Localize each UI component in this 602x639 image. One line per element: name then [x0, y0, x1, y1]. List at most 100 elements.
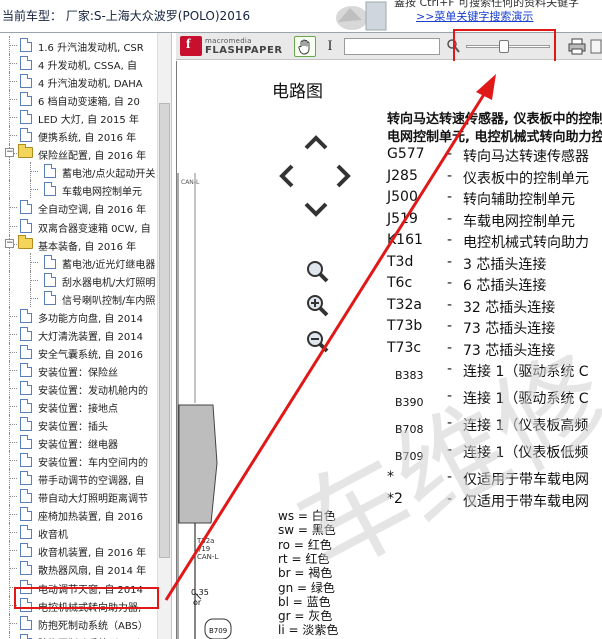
tree-item[interactable]: 防抱死制动系统（ABS）: [0, 613, 158, 632]
legend-dash: -: [447, 318, 453, 334]
tree-item-label: 安装位置：发动机舱内的: [38, 385, 148, 397]
legend-heading-line2: 电网控制单元, 电控机械式转向助力控制单元: [387, 130, 602, 145]
tree-guide-line: [9, 622, 17, 624]
legend-description: 6 芯插头连接: [463, 278, 547, 294]
diagram-wire-color: or: [193, 598, 202, 607]
text-select-tool-button[interactable]: I: [324, 37, 336, 56]
tree-item[interactable]: 4 升发动机, CSSA, 自: [0, 54, 158, 73]
tree-item[interactable]: 防抱死制动系统（ABS）: [0, 631, 158, 639]
hand-tool-button[interactable]: [294, 36, 316, 57]
legend-code: J519: [387, 210, 418, 227]
tree-item[interactable]: 信号喇叭控制/车内照: [0, 288, 158, 307]
tree-item[interactable]: 安装位置：插头: [0, 415, 158, 434]
tree-item[interactable]: 带手动调节的空调器, 自: [0, 469, 158, 488]
legend-heading-line1: 转向马达转速传感器, 仪表板中的控制单元中的: [387, 112, 602, 127]
tree-guide-line: [9, 81, 17, 83]
legend-dash: -: [447, 167, 453, 184]
legend-description: 连接 1（仪表板低频: [463, 445, 589, 461]
tree-item[interactable]: 6 档自动变速箱, 自 20: [0, 90, 158, 109]
tree-item[interactable]: 便携系统, 自 2016 年: [0, 126, 158, 145]
tree-item[interactable]: 收音机装置, 自 2016 年: [0, 541, 158, 560]
tree-item[interactable]: 全自动空调, 自 2016 年: [0, 198, 158, 217]
tree-item-label: 便携系统, 自 2016 年: [38, 133, 137, 145]
tree-scrollbar-thumb[interactable]: [159, 103, 170, 558]
zoom-icon[interactable]: [305, 259, 329, 283]
tree-guide-line: [9, 252, 10, 271]
collapse-icon[interactable]: −: [5, 238, 14, 248]
legend-dash: -: [447, 275, 453, 291]
legend-code: J500: [387, 189, 418, 205]
tree-item[interactable]: 双离合器变速箱 0CW, 自: [0, 216, 158, 235]
diagram-connector-pin: /19: [199, 545, 211, 553]
tree-item[interactable]: 带自动大灯照明距离调节: [0, 487, 158, 506]
tree-guide-line: [9, 406, 17, 407]
tree-item[interactable]: 多功能方向盘, 自 2014: [0, 306, 158, 325]
document-page[interactable]: 电路图 CAN-L T32a /19 CAN-L 0.35 or B709 转向…: [176, 61, 602, 639]
tree-item[interactable]: 1.6 升汽油发动机, CSR: [0, 36, 158, 54]
hand-icon: [298, 39, 310, 55]
document-icon: [44, 164, 56, 179]
legend-code: T73c: [387, 339, 422, 356]
pan-down-icon[interactable]: [303, 201, 329, 219]
tree-item[interactable]: 收音机: [0, 523, 158, 542]
tree-item[interactable]: 安装位置：继电器: [0, 433, 158, 452]
tree-item[interactable]: 4 升汽油发动机, DAHA: [0, 72, 158, 91]
document-icon: [20, 326, 32, 341]
legend-dash: -: [447, 339, 453, 356]
tree-guide-line: [9, 207, 17, 209]
folder-icon: [18, 234, 33, 249]
tree-item[interactable]: 安装位置：发动机舱内的: [0, 378, 158, 397]
legend-code: T73b: [387, 318, 423, 334]
zoom-slider-highlight: [453, 29, 556, 63]
legend-description: 连接 1（驱动系统 C: [463, 391, 589, 407]
document-tree[interactable]: 1.6 升汽油发动机, CSR 4 升发动机, CSSA, 自 4 升汽油发动机, …: [0, 33, 172, 639]
legend-description: 转向马达转速传感器: [463, 149, 589, 165]
legend-code: B708: [395, 423, 424, 436]
tree-item[interactable]: 座椅加热装置, 自 2016: [0, 505, 158, 524]
brand-small-text: macromedia: [205, 37, 252, 45]
zoom-out-icon[interactable]: [305, 329, 329, 353]
tree-item[interactable]: 安装位置：车内空间内的: [0, 451, 158, 470]
tree-item-label: 1.6 升汽油发动机, CSR: [38, 43, 144, 54]
tree-item[interactable]: 安装位置：保险丝: [0, 360, 158, 379]
tree-item[interactable]: − 保险丝配置, 自 2016 年: [0, 144, 158, 163]
pan-left-icon[interactable]: [277, 163, 295, 189]
more-options-icon[interactable]: [590, 38, 602, 55]
tree-item[interactable]: 蓄电池/近光灯继电器: [0, 252, 158, 271]
tree-item[interactable]: 安全气囊系统, 自 2016: [0, 342, 158, 361]
print-icon[interactable]: [568, 38, 586, 55]
tree-guide-line: [30, 171, 38, 173]
legend-description: 仅适用于带车载电网: [463, 472, 589, 488]
document-icon: [20, 344, 32, 359]
tree-item[interactable]: 安装位置：接地点: [0, 397, 158, 415]
document-icon: [20, 128, 32, 143]
tree-item[interactable]: 刮水器电机/大灯照明: [0, 270, 158, 289]
keyword-search-demo-link[interactable]: >>菜单关键字搜索演示: [416, 8, 533, 24]
document-icon: [20, 38, 32, 52]
tree-guide-line: [30, 261, 38, 263]
tree-item[interactable]: − 基本装备, 自 2016 年: [0, 234, 158, 253]
tree-guide-line: [9, 460, 17, 462]
zoom-in-icon[interactable]: [305, 293, 329, 317]
tree-item[interactable]: 车载电网控制单元: [0, 180, 158, 199]
wire-color-code: li = 淡紫色: [278, 623, 339, 638]
document-icon: [20, 110, 32, 125]
pan-right-icon[interactable]: [335, 163, 353, 189]
tree-scrollbar[interactable]: [157, 33, 171, 639]
tree-guide-line: [9, 315, 17, 317]
document-icon: [44, 290, 56, 305]
find-text-input[interactable]: [344, 38, 440, 55]
tree-guide-line: [9, 333, 17, 335]
tree-item[interactable]: 散热器风扇, 自 2014 年: [0, 559, 158, 578]
document-icon: [20, 92, 32, 107]
tree-item[interactable]: 蓄电池/点火起动开关: [0, 162, 158, 181]
document-icon: [20, 308, 32, 323]
tree-guide-line: [9, 225, 17, 227]
legend-code: J285: [387, 167, 418, 184]
tree-item[interactable]: 大灯清洗装置, 自 2014: [0, 324, 158, 343]
collapse-icon[interactable]: −: [5, 148, 14, 158]
document-icon: [20, 362, 32, 377]
tree-item[interactable]: LED 大灯, 自 2015 年: [0, 108, 158, 127]
pan-up-icon[interactable]: [303, 133, 329, 151]
brand-big-text: FLASHPAPER: [205, 45, 283, 56]
